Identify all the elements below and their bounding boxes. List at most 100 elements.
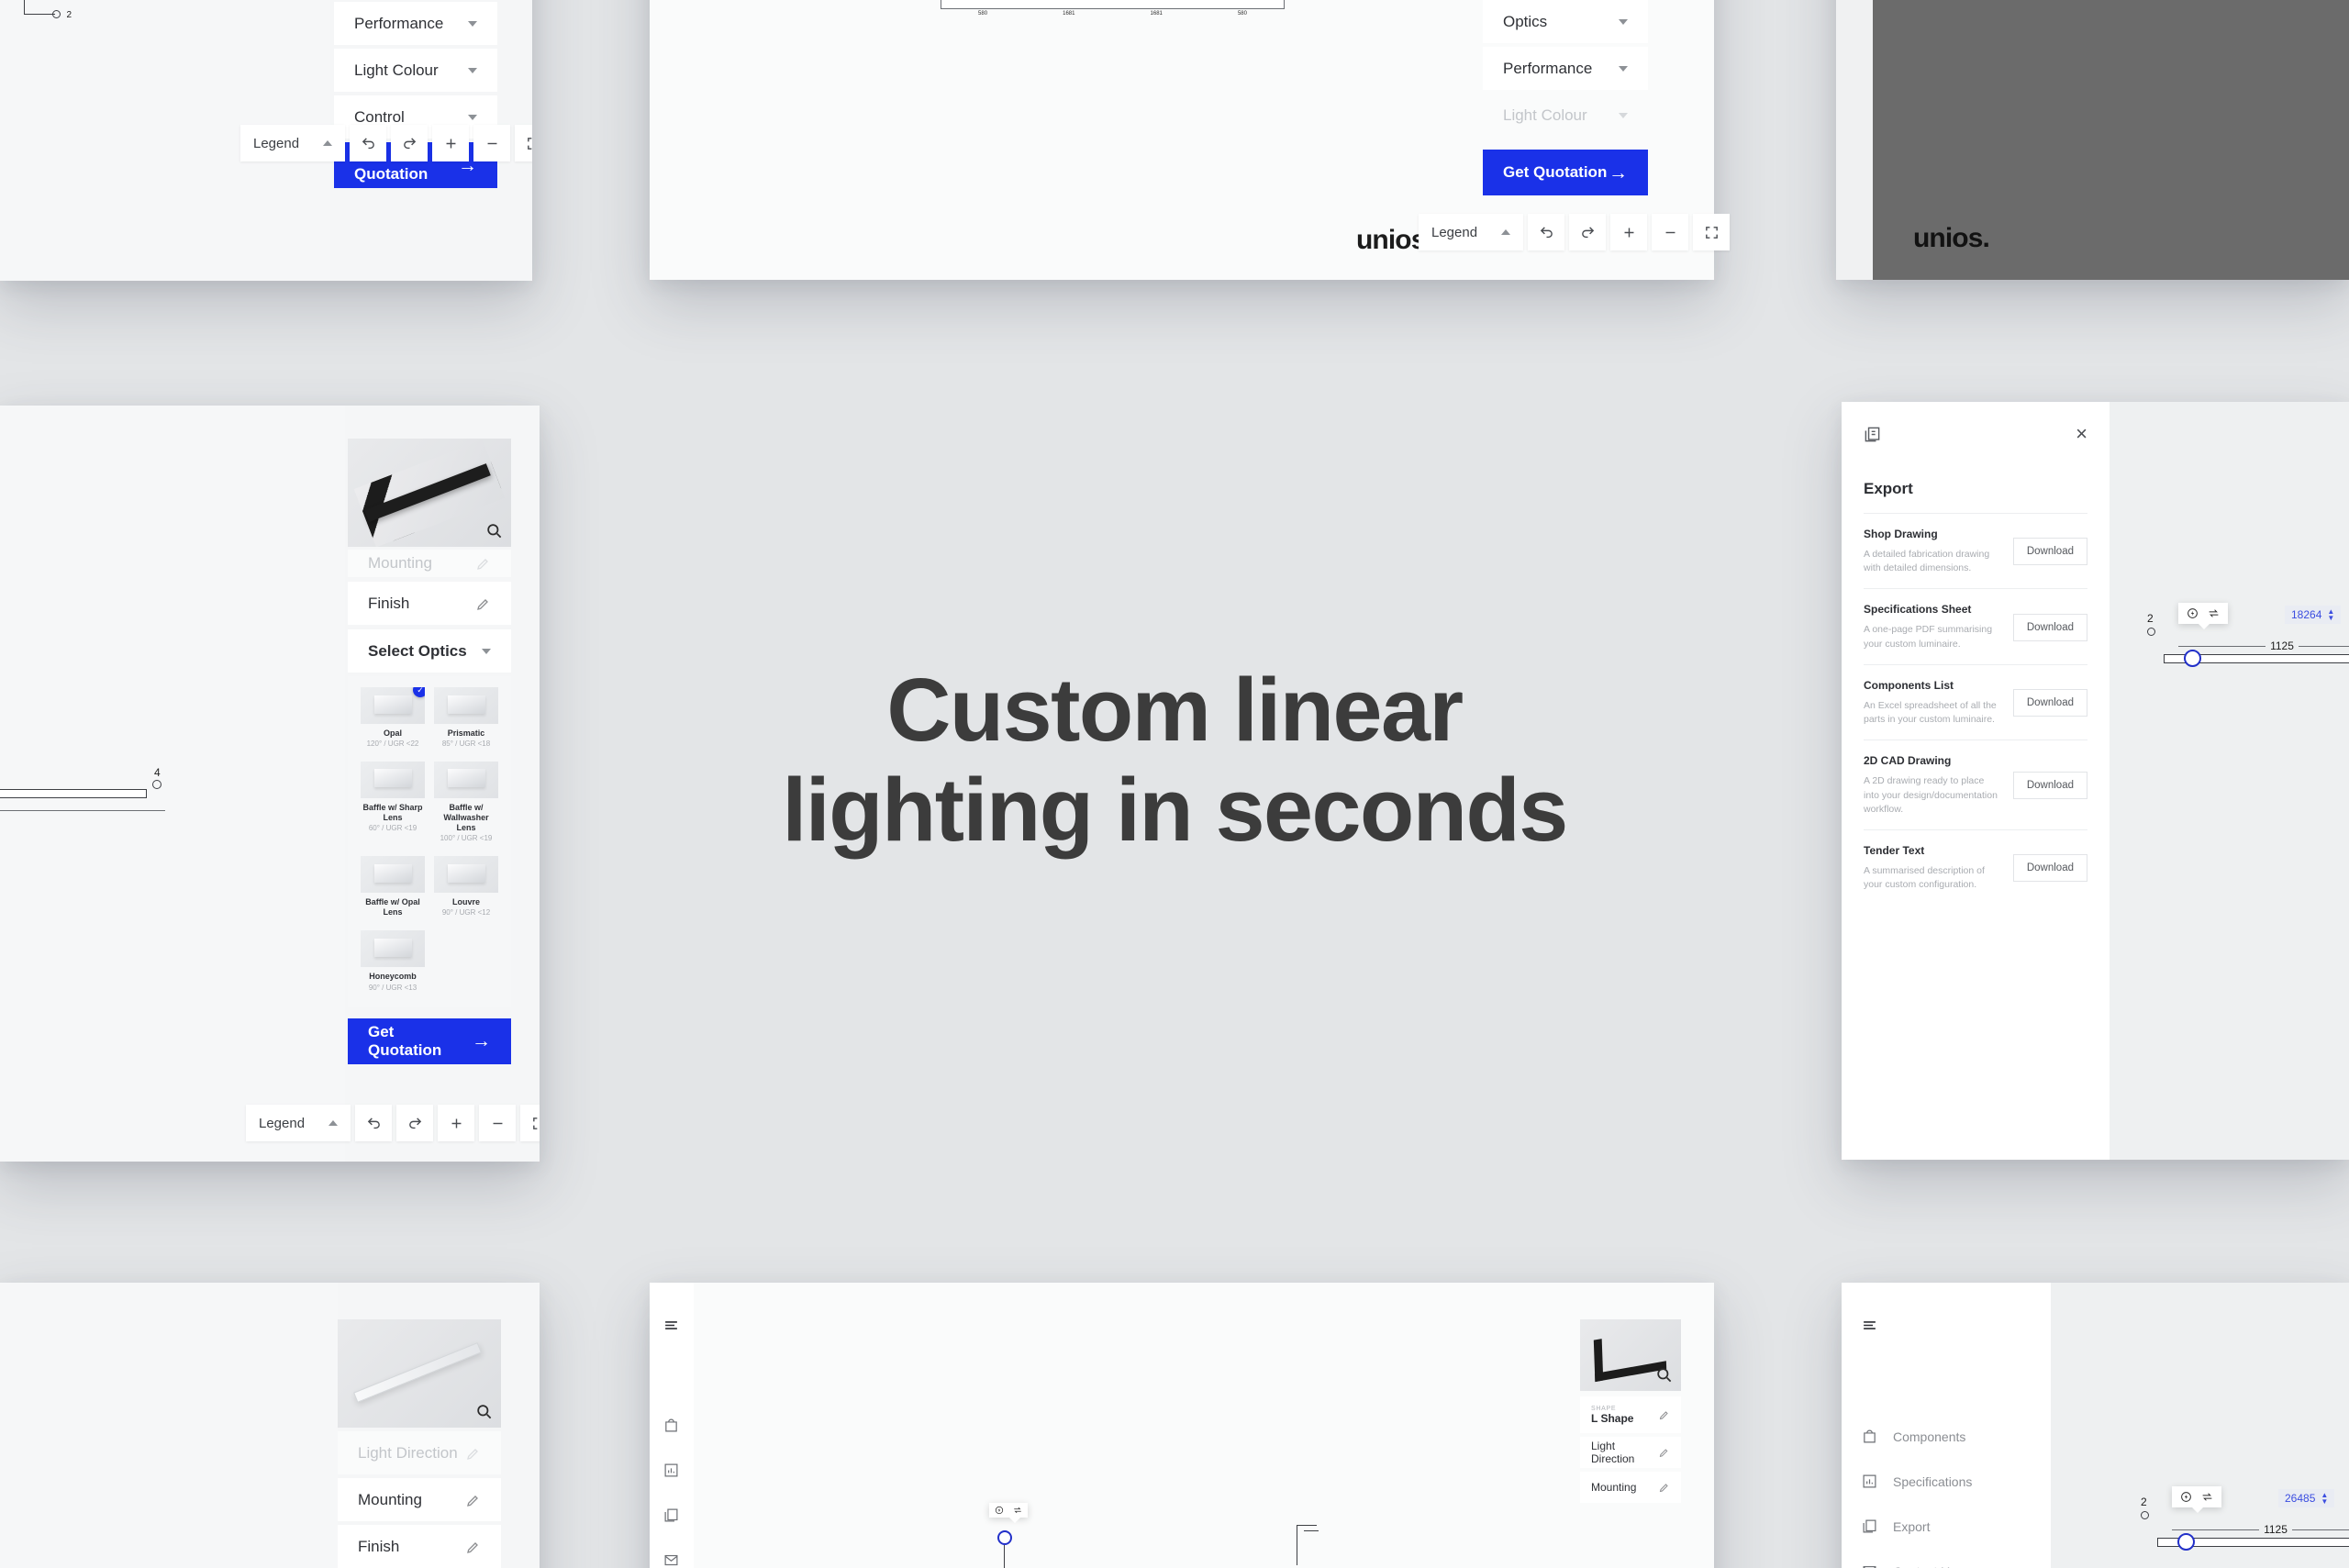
zoom-in-button[interactable] — [438, 1105, 475, 1141]
optic-thumbnail: ✓ — [361, 687, 425, 724]
magnify-icon[interactable] — [475, 1403, 493, 1420]
undo-icon — [367, 1117, 380, 1129]
download-button[interactable]: Download — [2012, 854, 2087, 883]
card-export-panel: × Export Shop Drawing A detailed fabrica… — [1842, 402, 2349, 1160]
cad-value: 18264 — [2291, 608, 2322, 622]
shape-eyebrow: SHAPE — [1591, 1405, 1617, 1412]
nav-item-label: Export — [1893, 1518, 1931, 1534]
config-row-light-colour[interactable]: Light Colour — [1483, 94, 1648, 137]
nav-item-specifications[interactable] — [650, 1448, 694, 1493]
nav-item-specifications[interactable]: Specifications — [1842, 1459, 2051, 1504]
download-button[interactable]: Download — [2012, 538, 2087, 566]
redo-button[interactable] — [1569, 214, 1607, 250]
cad-tooltip[interactable] — [2178, 603, 2228, 629]
nav-item-contact-us[interactable]: Contact Us — [1842, 1549, 2051, 1568]
cad-drag-handle[interactable] — [2177, 1533, 2195, 1551]
cad-canvas-bottom-middle[interactable] — [694, 1283, 1524, 1568]
optic-option-baffle-wallwasher-lens[interactable]: Baffle w/ Wallwasher Lens 100° / UGR <19 — [434, 761, 498, 844]
config-row-mounting[interactable]: Mounting — [338, 1478, 501, 1521]
config-row-shape[interactable]: SHAPE L Shape — [1580, 1396, 1681, 1433]
pencil-icon — [467, 1495, 478, 1507]
cad-drag-handle[interactable] — [997, 1530, 1012, 1545]
optic-option-baffle-opal-lens[interactable]: Baffle w/ Opal Lens — [361, 855, 425, 919]
cad-drag-handle[interactable] — [2184, 650, 2201, 667]
close-icon[interactable]: × — [2076, 424, 2087, 444]
config-row-mounting[interactable]: Mounting — [348, 550, 511, 577]
config-row-light-colour[interactable]: Light Colour — [334, 49, 497, 92]
undo-button[interactable] — [1528, 214, 1565, 250]
nav-item-label: Contact Us — [1893, 1564, 1956, 1568]
legend-dropdown[interactable]: Legend — [240, 125, 346, 161]
nav-item-export[interactable]: Export — [1842, 1504, 2051, 1549]
product-preview-bottom-middle[interactable] — [1580, 1319, 1681, 1391]
selected-check-icon: ✓ — [413, 687, 425, 697]
zoom-in-button[interactable] — [432, 125, 470, 161]
menu-toggle[interactable] — [650, 1303, 694, 1348]
product-preview-bottom-left[interactable] — [338, 1319, 501, 1428]
zoom-in-button[interactable] — [1610, 214, 1648, 250]
config-column-bottom-left: Light Direction Mounting Finish — [338, 1431, 501, 1568]
get-quotation-button[interactable]: Get Quotation → — [348, 1018, 511, 1064]
menu-toggle[interactable] — [1842, 1303, 2051, 1348]
legend-dropdown[interactable]: Legend — [246, 1105, 351, 1141]
optic-option-prismatic[interactable]: Prismatic 85° / UGR <18 — [434, 687, 498, 750]
fullscreen-button[interactable] — [1693, 214, 1731, 250]
arrow-right-icon: → — [1609, 161, 1628, 183]
config-row-finish[interactable]: Finish — [338, 1525, 501, 1568]
undo-button[interactable] — [350, 125, 387, 161]
config-row-optics[interactable]: Optics — [1483, 0, 1648, 43]
magnify-icon[interactable] — [485, 522, 503, 539]
zoom-out-button[interactable] — [479, 1105, 517, 1141]
cad-canvas-bottom-left[interactable] — [0, 1283, 338, 1568]
cad-tooltip[interactable] — [2172, 1486, 2221, 1513]
product-preview-mid-left[interactable] — [348, 439, 511, 547]
legend-label: Legend — [1431, 224, 1478, 240]
config-row-mounting[interactable]: Mounting — [1580, 1472, 1681, 1503]
optic-name: Prismatic — [447, 728, 485, 738]
zoom-out-button[interactable] — [1652, 214, 1689, 250]
cad-value-stepper[interactable]: 26485 ▲ ▼ — [2278, 1489, 2335, 1508]
fullscreen-button[interactable] — [520, 1105, 540, 1141]
stepper-arrows-icon[interactable]: ▲ ▼ — [2327, 607, 2334, 621]
undo-button[interactable] — [355, 1105, 393, 1141]
optic-option-baffle-sharp-lens[interactable]: Baffle w/ Sharp Lens 60° / UGR <19 — [361, 761, 425, 844]
nav-item-contact-us[interactable] — [650, 1538, 694, 1568]
legend-dropdown[interactable]: Legend — [1419, 214, 1524, 250]
cad-dim-line — [2178, 645, 2266, 647]
config-column-top-middle: Optics Performance Light Colour Get Quot… — [1483, 0, 1648, 195]
zoom-out-button[interactable] — [473, 125, 511, 161]
pencil-icon — [467, 1541, 478, 1553]
optics-grid-panel: ✓ Opal 120° / UGR <22 Prismatic 85° / UG… — [348, 676, 511, 1007]
nav-item-components[interactable]: Components — [1842, 1414, 2051, 1459]
download-button[interactable]: Download — [2012, 613, 2087, 641]
select-optics-dropdown[interactable]: Select Optics — [348, 629, 511, 673]
cad-value-stepper[interactable]: 18264 ▲ ▼ — [2285, 606, 2342, 625]
bag-icon — [665, 1418, 677, 1432]
cad-horizontal-line — [1297, 1525, 1317, 1526]
luminaire-render — [353, 1342, 483, 1403]
stepper-arrows-icon[interactable]: ▲ ▼ — [2321, 1491, 2328, 1505]
optics-grid: ✓ Opal 120° / UGR <22 Prismatic 85° / UG… — [361, 687, 498, 993]
magnify-icon[interactable] — [1655, 1366, 1673, 1384]
redo-button[interactable] — [396, 1105, 434, 1141]
brand-logo-top-right: unios. — [1913, 223, 1990, 254]
cad-canvas-mid-left[interactable] — [0, 406, 345, 1162]
optic-option-opal[interactable]: ✓ Opal 120° / UGR <22 — [361, 687, 425, 750]
nav-item-components[interactable] — [650, 1403, 694, 1448]
cad-marker-value: 2 — [2147, 612, 2154, 625]
export-icon — [1863, 1519, 1876, 1533]
fullscreen-button[interactable] — [515, 125, 532, 161]
config-row-finish[interactable]: Finish — [348, 582, 511, 625]
optic-option-louvre[interactable]: Louvre 90° / UGR <12 — [434, 855, 498, 919]
config-row-performance[interactable]: Performance — [334, 2, 497, 45]
download-button[interactable]: Download — [2012, 772, 2087, 800]
config-row-light-direction[interactable]: Light Direction — [338, 1431, 501, 1474]
nav-item-export[interactable] — [650, 1493, 694, 1538]
config-row-light-direction[interactable]: Light Direction — [1580, 1437, 1681, 1468]
redo-button[interactable] — [391, 125, 429, 161]
config-row-performance[interactable]: Performance — [1483, 47, 1648, 90]
get-quotation-button[interactable]: Get Quotation → — [1483, 150, 1648, 195]
download-button[interactable]: Download — [2012, 689, 2087, 717]
optic-option-honeycomb[interactable]: Honeycomb 90° / UGR <13 — [361, 930, 425, 993]
config-row-label: Light Direction — [358, 1443, 458, 1462]
